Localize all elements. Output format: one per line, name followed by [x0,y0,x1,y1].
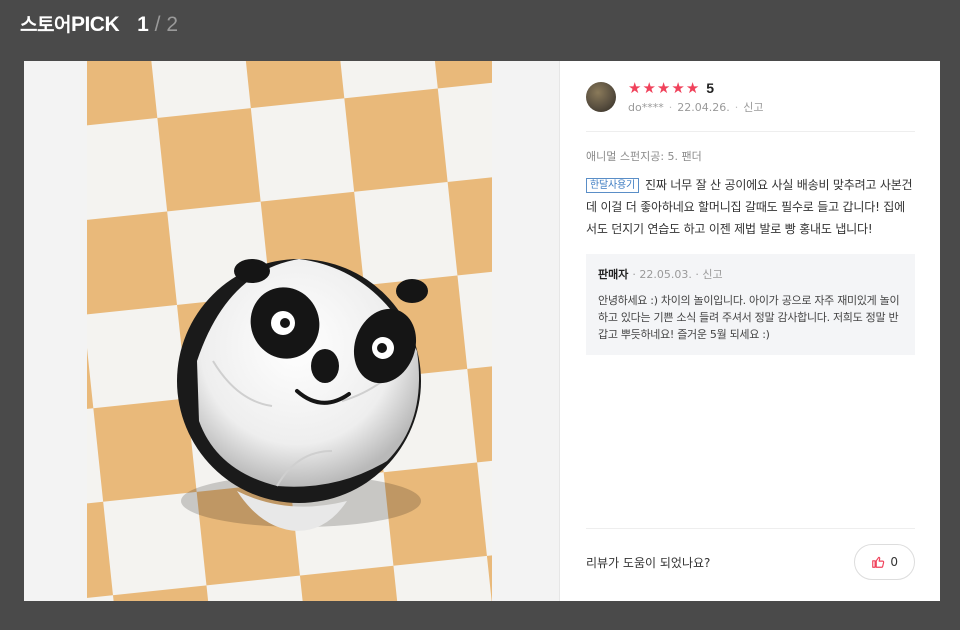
seller-reply-date: 22.05.03. [639,268,692,281]
review-modal: ★ ★ ★ ★ ★ 5 do**** · 22.04.26. · 신고 애니멀 스펀지공… [24,61,940,601]
author-id: do**** [628,101,664,114]
brand-prefix: 스토어 [20,14,71,36]
review-pane: ★ ★ ★ ★ ★ 5 do**** · 22.04.26. · 신고 애니멀 스펀지공… [560,61,940,601]
page-indicator: 1 / 2 [137,13,178,37]
review-date: 22.04.26. [677,101,730,114]
like-button[interactable]: 0 [854,544,915,580]
review-body: 한달사용기 진짜 너무 잘 산 공이에요 사실 배송비 맞추려고 사본건데 이걸 … [586,174,915,240]
star-icon: ★ [685,78,700,97]
seller-report-link[interactable]: 신고 [702,268,722,281]
helpful-row: 리뷰가 도움이 되었나요? 0 [586,544,915,580]
thumbs-up-icon [872,556,885,568]
page-separator: / [154,13,161,36]
star-icon: ★ [628,78,642,97]
like-count: 0 [890,555,898,569]
page-current: 1 [137,13,149,36]
review-photo[interactable] [87,61,492,601]
seller-name: 판매자 [598,268,629,281]
panda-ball-photo [87,61,492,601]
review-info: do**** · 22.04.26. · 신고 [628,101,764,114]
overlay-header: 스토어PICK 1 / 2 [20,10,178,40]
star-icon: ★ [656,78,671,97]
seller-reply: 판매자 · 22.05.03. · 신고 안녕하세요 :) 차이의 놀이입니다. … [586,254,915,355]
report-link[interactable]: 신고 [743,101,763,114]
divider [586,131,915,132]
product-option: 애니멀 스펀지공: 5. 팬더 [586,150,702,163]
store-pick-title: 스토어PICK [20,10,120,37]
brand-pick: PICK [70,13,120,36]
helpful-question: 리뷰가 도움이 되었나요? [586,555,711,570]
photo-pane [24,61,560,601]
avatar [586,82,616,112]
month-use-badge: 한달사용기 [586,178,639,193]
page-total: 2 [166,13,179,36]
divider [586,528,915,529]
seller-reply-header: 판매자 · 22.05.03. · 신고 [598,268,723,281]
star-icon: ★ [642,78,656,97]
rating: ★ ★ ★ ★ ★ 5 [628,79,763,97]
rating-value: 5 [706,80,715,96]
author-meta: ★ ★ ★ ★ ★ 5 do**** · 22.04.26. · 신고 [628,79,763,115]
seller-reply-text: 안녕하세요 :) 차이의 놀이입니다. 아이가 공으로 자주 재미있게 놀이하고… [598,294,900,341]
star-icon: ★ [671,78,685,97]
author-row: ★ ★ ★ ★ ★ 5 do**** · 22.04.26. · 신고 [586,79,915,115]
